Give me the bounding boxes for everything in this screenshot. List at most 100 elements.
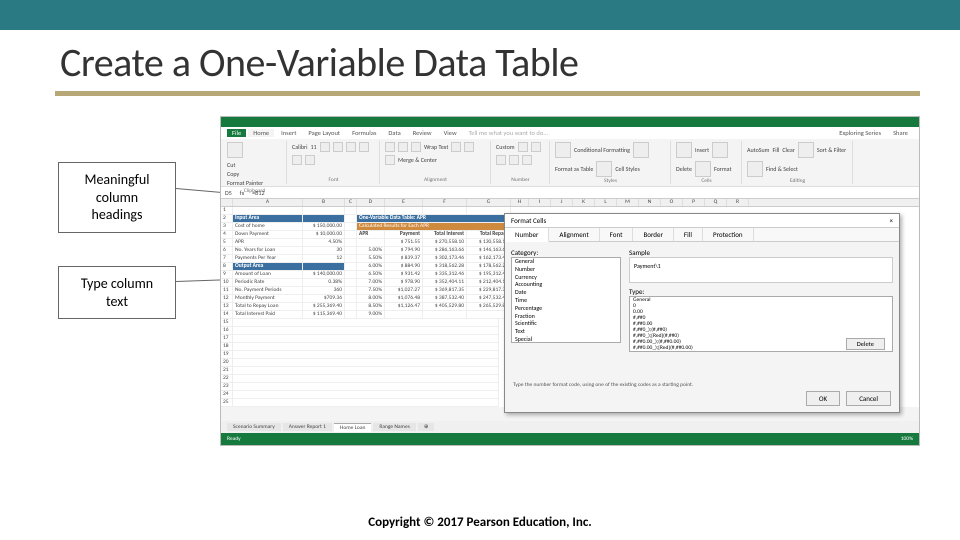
sheet-tab-home-loan[interactable]: Home Loan [334,423,371,432]
dlg-tab-number[interactable]: Number [505,228,549,242]
cell[interactable]: $ 884.90 [385,263,423,271]
tab-insert[interactable]: Insert [276,129,301,137]
name-box[interactable]: D5 [225,189,232,197]
cell[interactable]: No. Years for Loan [233,247,303,255]
currency-icon[interactable] [518,142,528,152]
cell[interactable]: $ 10,000.00 [303,231,345,239]
col-R[interactable]: R [727,199,749,206]
cell[interactable]: 12 [303,255,345,263]
cell[interactable]: $ 794.90 [385,247,423,255]
cat-scientific[interactable]: Scientific [512,320,620,328]
tell-me[interactable]: Tell me what you want to do... [464,129,554,137]
col-P[interactable]: P [683,199,705,206]
cell-styles-icon[interactable] [596,161,612,177]
cell[interactable]: APR [233,239,303,247]
type-item[interactable]: $#,##0_);($#,##0) [630,351,892,352]
col-F[interactable]: F [423,199,467,206]
col-A[interactable]: A [233,199,303,206]
italic-icon[interactable] [333,142,343,152]
col-D[interactable]: D [357,199,385,206]
col-K[interactable]: K [573,199,595,206]
cond-fmt-icon[interactable] [555,142,571,158]
format-cell-icon[interactable] [695,161,711,177]
tab-file[interactable]: File [227,129,246,137]
cell[interactable]: $ 302,173.46 [423,255,467,263]
cell[interactable]: 5.50% [357,255,385,263]
cell[interactable]: $ 140,000.00 [303,271,345,279]
fontcolor-icon[interactable] [305,155,315,165]
dec-dec-icon[interactable] [522,155,532,165]
col-M[interactable]: M [617,199,639,206]
sort-icon[interactable] [798,142,814,158]
font-name[interactable]: Calibri [292,143,307,151]
fx-icon[interactable]: fx [240,189,244,197]
tab-review[interactable]: Review [408,129,437,137]
cell[interactable]: $ 839.37 [385,255,423,263]
cell[interactable]: Monthly Payment [233,295,303,303]
cell[interactable]: $1,076.48 [385,295,423,303]
align-br-icon[interactable] [385,155,395,165]
col-O[interactable]: O [661,199,683,206]
tab-view[interactable]: View [439,129,462,137]
cell[interactable]: $ 931.42 [385,271,423,279]
paste-icon[interactable] [227,142,243,158]
dt-col-ti[interactable]: Total Interest [423,231,467,239]
cell[interactable]: $ 352,404.11 [423,279,467,287]
cell[interactable]: 30 [303,247,345,255]
cell[interactable]: Cost of home [233,223,303,231]
cell[interactable]: $1,027.27 [385,287,423,295]
dlg-tab-font[interactable]: Font [600,228,634,241]
find-select[interactable]: Find & Select [766,165,798,173]
col-L[interactable]: L [595,199,617,206]
cond-fmt[interactable]: Conditional Formatting [574,146,630,154]
cell[interactable]: 8.50% [357,303,385,311]
sheet-tab-scenario[interactable]: Scenario Summary [227,423,281,431]
bold-icon[interactable] [320,142,330,152]
cell[interactable]: $ 751.55 [385,239,423,247]
dlg-tab-protection[interactable]: Protection [703,228,754,241]
cell[interactable]: Payments Per Year [233,255,303,263]
dlg-tab-border[interactable]: Border [633,228,673,241]
sheet-tab-range-names[interactable]: Range Names [373,423,416,431]
cell[interactable]: 7.00% [357,279,385,287]
align-bc-icon[interactable] [464,142,474,152]
formula-value[interactable]: =B12 [252,189,264,197]
share-button[interactable]: Share [888,129,913,137]
align-tl-icon[interactable] [385,142,395,152]
status-zoom[interactable]: 100% [901,436,913,442]
cell[interactable]: $ 270,558.10 [423,239,467,247]
cell[interactable]: $1,126.47 [385,303,423,311]
merge-center[interactable]: Merge & Center [398,156,437,164]
cell[interactable]: 6.00% [357,263,385,271]
col-N[interactable]: N [639,199,661,206]
cell[interactable]: 9.00% [357,311,385,319]
inc-dec-icon[interactable] [509,155,519,165]
clear-btn[interactable]: Clear [782,146,795,154]
cell[interactable]: $ 318,562.28 [423,263,467,271]
cell[interactable]: No. Payment Periods [233,287,303,295]
cell[interactable]: $ 150,000.00 [303,223,345,231]
delete-cell[interactable]: Delete [676,165,692,173]
cell[interactable]: 360 [303,287,345,295]
cat-date[interactable]: Date [512,289,620,297]
tab-pagelayout[interactable]: Page Layout [303,129,345,137]
insert-cell-icon[interactable] [676,142,692,158]
cell[interactable]: 4.50% [303,239,345,247]
border-icon[interactable] [359,142,369,152]
col-I[interactable]: I [529,199,551,206]
col-B[interactable]: B [303,199,345,206]
dt-col-apr[interactable]: APR [357,231,385,239]
format-cell[interactable]: Format [714,165,732,173]
category-list[interactable]: General Number Currency Accounting Date … [511,257,621,343]
autosum[interactable]: AutoSum [747,146,769,154]
cell[interactable]: Down Payment [233,231,303,239]
cell[interactable]: $ 387,532.40 [423,295,467,303]
fill-btn[interactable]: Fill [772,146,779,154]
cancel-button[interactable]: Cancel [846,391,891,406]
tab-data[interactable]: Data [383,129,405,137]
cell[interactable]: Total to Repay Loan [233,303,303,311]
fmt-painter-btn[interactable]: Format Painter [227,179,263,187]
align-tc-icon[interactable] [398,142,408,152]
fmt-table-icon[interactable] [633,142,649,158]
find-icon[interactable] [747,161,763,177]
